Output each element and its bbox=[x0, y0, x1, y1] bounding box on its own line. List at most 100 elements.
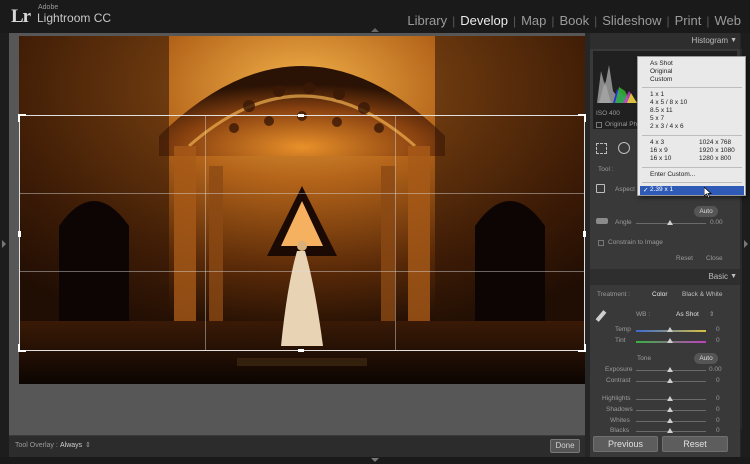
blacks-value[interactable]: 0 bbox=[716, 427, 720, 434]
highlights-value[interactable]: 0 bbox=[716, 395, 720, 402]
module-nav: Library | Develop | Map | Book | Slidesh… bbox=[402, 13, 746, 28]
shadows-value[interactable]: 0 bbox=[716, 406, 720, 413]
menu-item-as-shot[interactable]: As Shot bbox=[650, 60, 673, 67]
crop-handle-right[interactable] bbox=[583, 231, 586, 237]
exposure-value[interactable]: 0.00 bbox=[709, 366, 722, 373]
aspect-label: Aspect bbox=[615, 186, 635, 193]
menu-item-1920x1080[interactable]: 1920 x 1080 bbox=[699, 147, 735, 154]
module-print[interactable]: Print bbox=[670, 13, 707, 28]
iso-readout: ISO 400 bbox=[596, 110, 620, 117]
module-library[interactable]: Library bbox=[402, 13, 452, 28]
wb-select[interactable]: As Shot bbox=[676, 311, 699, 318]
whites-slider-thumb[interactable] bbox=[667, 418, 673, 423]
crop-icon[interactable] bbox=[596, 143, 607, 154]
eyedropper-icon[interactable] bbox=[595, 310, 607, 322]
temp-value[interactable]: 0 bbox=[716, 326, 720, 333]
collapse-triangle-icon[interactable]: ▼ bbox=[730, 33, 737, 49]
menu-item-4x3[interactable]: 4 x 3 bbox=[650, 139, 664, 146]
tint-slider-thumb[interactable] bbox=[667, 338, 673, 343]
basic-title: Basic bbox=[708, 272, 728, 281]
shadows-label: Shadows bbox=[606, 406, 633, 413]
menu-item-1x1[interactable]: 1 x 1 bbox=[650, 91, 664, 98]
basic-header[interactable]: Basic ▼ bbox=[590, 269, 740, 285]
menu-item-1280x800[interactable]: 1280 x 800 bbox=[699, 155, 731, 162]
constrain-checkbox[interactable] bbox=[598, 240, 604, 246]
crop-handle-left[interactable] bbox=[18, 231, 21, 237]
tint-value[interactable]: 0 bbox=[716, 337, 720, 344]
crop-reset-button[interactable]: Reset bbox=[676, 255, 693, 262]
shadows-slider-thumb[interactable] bbox=[667, 407, 673, 412]
collapse-top-icon[interactable] bbox=[371, 28, 379, 32]
app-name: Lightroom CC bbox=[37, 11, 112, 25]
menu-separator bbox=[642, 135, 742, 136]
spot-removal-icon[interactable] bbox=[618, 142, 630, 154]
menu-item-16x9[interactable]: 16 x 9 bbox=[650, 147, 668, 154]
menu-item-2x3[interactable]: 2 x 3 / 4 x 6 bbox=[650, 123, 684, 130]
temp-label: Temp bbox=[615, 326, 631, 333]
temp-slider-thumb[interactable] bbox=[667, 327, 673, 332]
grid-line bbox=[20, 193, 584, 194]
crop-close-button[interactable]: Close bbox=[706, 255, 723, 262]
module-map[interactable]: Map bbox=[516, 13, 551, 28]
module-book[interactable]: Book bbox=[554, 13, 594, 28]
menu-item-5x7[interactable]: 5 x 7 bbox=[650, 115, 664, 122]
crop-handle-top-right[interactable] bbox=[578, 114, 586, 122]
angle-slider-thumb[interactable] bbox=[667, 220, 673, 225]
menu-item-8.5x11[interactable]: 8.5 x 11 bbox=[650, 107, 673, 114]
module-develop[interactable]: Develop bbox=[455, 13, 513, 28]
menu-item-1024x768[interactable]: 1024 x 768 bbox=[699, 139, 731, 146]
grid-line bbox=[205, 116, 206, 350]
menu-item-4x5[interactable]: 4 x 5 / 8 x 10 bbox=[650, 99, 687, 106]
menu-separator bbox=[642, 167, 742, 168]
exposure-label: Exposure bbox=[605, 366, 633, 373]
expand-filmstrip-icon[interactable] bbox=[371, 458, 379, 462]
whites-label: Whites bbox=[610, 417, 630, 424]
crop-handle-top[interactable] bbox=[298, 114, 304, 117]
angle-value[interactable]: 0.00 bbox=[710, 219, 723, 226]
menu-item-custom[interactable]: Custom bbox=[650, 76, 672, 83]
contrast-slider-thumb[interactable] bbox=[667, 378, 673, 383]
module-web[interactable]: Web bbox=[710, 13, 747, 28]
crop-handle-top-left[interactable] bbox=[18, 114, 26, 122]
select-arrows-icon[interactable]: ⇕ bbox=[85, 441, 91, 449]
expand-left-icon[interactable] bbox=[2, 240, 6, 248]
histogram-header[interactable]: Histogram ▼ bbox=[590, 33, 740, 49]
collapse-right-icon[interactable] bbox=[744, 240, 748, 248]
select-arrows-icon[interactable]: ⇕ bbox=[709, 310, 714, 318]
done-button[interactable]: Done bbox=[550, 439, 580, 453]
blacks-slider-thumb[interactable] bbox=[667, 428, 673, 433]
reset-button[interactable]: Reset bbox=[662, 436, 728, 452]
wb-label: WB : bbox=[636, 311, 651, 318]
menu-item-enter-custom[interactable]: Enter Custom... bbox=[650, 171, 695, 178]
constrain-label: Constrain to Image bbox=[608, 239, 663, 246]
menu-item-2.39x1[interactable]: ✓ 2.39 x 1 bbox=[640, 186, 744, 195]
contrast-value[interactable]: 0 bbox=[716, 377, 720, 384]
treatment-color[interactable]: Color bbox=[652, 291, 668, 298]
angle-auto-button[interactable]: Auto bbox=[694, 206, 718, 217]
angle-label: Angle bbox=[615, 219, 632, 226]
menu-item-16x10[interactable]: 16 x 10 bbox=[650, 155, 671, 162]
previous-button[interactable]: Previous bbox=[593, 436, 658, 452]
highlights-slider-thumb[interactable] bbox=[667, 396, 673, 401]
crop-handle-bottom-right[interactable] bbox=[578, 344, 586, 352]
menu-item-original[interactable]: Original bbox=[650, 68, 672, 75]
crop-handle-bottom[interactable] bbox=[298, 349, 304, 352]
image-canvas[interactable] bbox=[9, 33, 586, 435]
tool-overlay-select[interactable]: Always bbox=[60, 442, 82, 449]
crop-handle-bottom-left[interactable] bbox=[18, 344, 26, 352]
left-panel-toggle-strip[interactable] bbox=[0, 33, 9, 459]
module-slideshow[interactable]: Slideshow bbox=[597, 13, 666, 28]
aspect-lock-icon[interactable] bbox=[596, 184, 605, 193]
whites-value[interactable]: 0 bbox=[716, 417, 720, 424]
angle-level-icon[interactable] bbox=[596, 218, 608, 224]
crop-frame[interactable] bbox=[18, 114, 586, 352]
exposure-slider-thumb[interactable] bbox=[667, 367, 673, 372]
treatment-bw[interactable]: Black & White bbox=[682, 291, 722, 298]
tone-auto-button[interactable]: Auto bbox=[694, 353, 718, 364]
tool-overlay-label: Tool Overlay : bbox=[15, 442, 58, 449]
menu-item-2.39x1-label: 2.39 x 1 bbox=[650, 186, 674, 193]
collapse-triangle-icon[interactable]: ▼ bbox=[730, 269, 737, 285]
aspect-ratio-menu[interactable]: As Shot Original Custom 1 x 1 4 x 5 / 8 … bbox=[637, 56, 746, 196]
original-photo-checkbox[interactable] bbox=[596, 122, 602, 128]
histogram-title: Histogram bbox=[691, 36, 728, 45]
